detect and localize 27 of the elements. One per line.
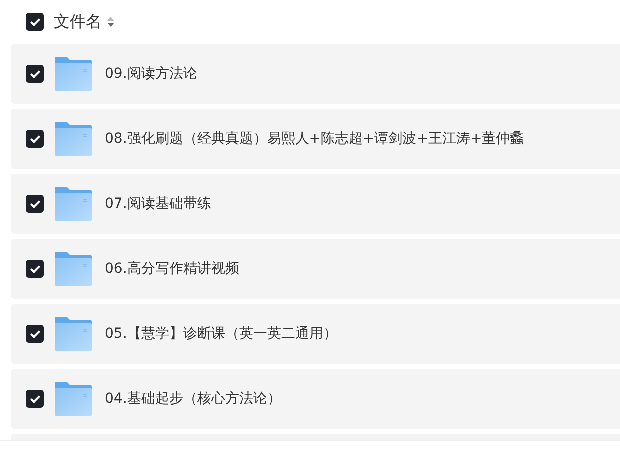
folder-icon — [55, 252, 92, 286]
folder-name[interactable]: 05.【慧学】诊断课（英一英二通用） — [105, 324, 338, 344]
folder-name[interactable]: 09.阅读方法论 — [105, 64, 198, 84]
file-row[interactable]: 05.【慧学】诊断课（英一英二通用） — [11, 304, 620, 364]
folder-name[interactable]: 04.基础起步（核心方法论） — [105, 388, 282, 410]
folder-name[interactable]: 08.强化刷题（经典真题）易熙人+陈志超+谭剑波+王江涛+董仲蠡 — [105, 128, 524, 150]
folder-icon — [55, 382, 92, 416]
checkbox[interactable] — [26, 130, 44, 148]
folder-name[interactable]: 07.阅读基础带练 — [105, 194, 212, 214]
checkbox[interactable] — [26, 13, 44, 31]
checkbox[interactable] — [26, 325, 44, 343]
folder-name[interactable]: 06.高分写作精讲视频 — [105, 258, 240, 280]
folder-icon — [55, 57, 92, 91]
checkbox[interactable] — [26, 260, 44, 278]
folder-icon — [55, 122, 92, 156]
checkbox[interactable] — [26, 65, 44, 83]
checkbox[interactable] — [26, 195, 44, 213]
file-row[interactable]: 09.阅读方法论 — [11, 44, 620, 104]
file-row[interactable]: 08.强化刷题（经典真题）易熙人+陈志超+谭剑波+王江涛+董仲蠡 — [11, 109, 620, 169]
file-row[interactable]: 04.基础起步（核心方法论） — [11, 369, 620, 429]
file-row[interactable]: 07.阅读基础带练 — [11, 174, 620, 234]
folder-icon — [55, 187, 92, 221]
file-row[interactable]: 06.高分写作精讲视频 — [11, 239, 620, 299]
checkbox[interactable] — [26, 390, 44, 408]
sort-icon[interactable] — [107, 16, 115, 28]
folder-icon — [55, 317, 92, 351]
column-header[interactable]: 文件名 — [54, 10, 102, 34]
